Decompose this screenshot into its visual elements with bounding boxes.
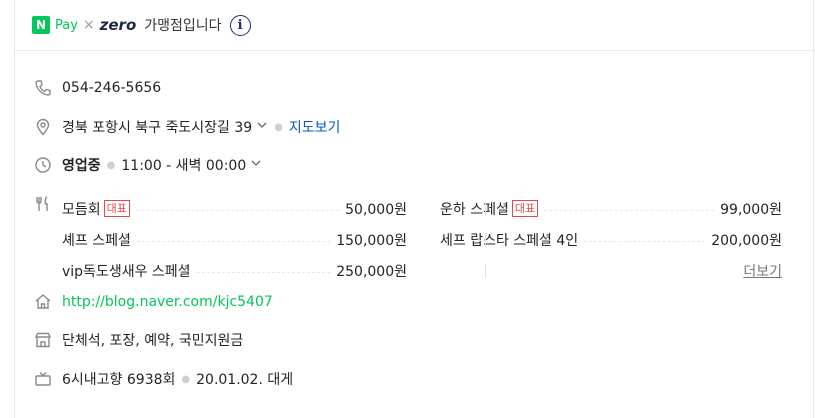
clock-icon: [32, 154, 54, 176]
homepage-link[interactable]: http://blog.naver.com/kjc5407: [62, 294, 273, 310]
business-hours[interactable]: 11:00 - 새벽 00:00: [121, 155, 246, 175]
menu-item[interactable]: 셰프 스페셜 150,000원: [62, 230, 407, 250]
menu-item[interactable]: vip독도생새우 스페셜 250,000원: [62, 261, 407, 281]
menu-divider: [485, 233, 486, 247]
dotted-leader: [136, 241, 331, 242]
hours-row: 영업중 ● 11:00 - 새벽 00:00: [32, 154, 262, 176]
menu-item-name: 셰프 스페셜: [62, 232, 131, 249]
menu-item-name: vip독도생새우 스페셜: [62, 263, 191, 280]
dotted-leader: [135, 210, 340, 211]
amenities-text: 단체석, 포장, 예약, 국민지원금: [62, 333, 244, 349]
amenities-row: 단체석, 포장, 예약, 국민지원금: [32, 329, 243, 351]
merchant-text: 가맹점입니다: [144, 18, 222, 34]
naver-n-logo: N: [32, 16, 50, 34]
signature-badge: 대표: [511, 200, 539, 217]
menu-row: 모듬회 대표 50,000원 운하 스페셜 대표 99,000원: [62, 193, 782, 224]
store-icon: [32, 329, 54, 351]
info-icon[interactable]: i: [229, 14, 251, 36]
menu-item[interactable]: 모듬회 대표 50,000원: [62, 199, 407, 219]
menu-row: 셰프 스페셜 150,000원 세프 랍스타 스페셜 4인 200,000원: [62, 224, 782, 255]
business-status: 영업중: [62, 158, 101, 174]
menu-list: 모듬회 대표 50,000원 운하 스페셜 대표 99,000원 셰프 스페셜 …: [62, 193, 782, 286]
menu-item-price: 150,000원: [336, 232, 407, 249]
signature-badge: 대표: [103, 200, 130, 217]
dotted-leader: [196, 272, 331, 273]
chevron-down-icon[interactable]: [250, 157, 262, 173]
tv-date: 20.01.02. 대게: [196, 372, 294, 388]
location-pin-icon: [32, 116, 54, 138]
tv-row: 6시내고향 6938회 ● 20.01.02. 대게: [32, 368, 293, 390]
menu-divider: [485, 202, 486, 216]
phone-number[interactable]: 054-246-5656: [62, 80, 161, 96]
menu-row: vip독도생새우 스페셜 250,000원 더보기: [62, 255, 782, 286]
chevron-down-icon[interactable]: [256, 119, 268, 135]
separator-dot: ●: [181, 373, 191, 385]
menu-item-name: 운하 스페셜: [440, 201, 509, 218]
menu-item-name: 세프 랍스타 스페셜 4인: [440, 232, 579, 249]
fork-knife-icon: [32, 193, 54, 215]
address-text: 경북 포항시 북구 죽도시장길 39: [62, 120, 253, 136]
menu-item[interactable]: 운하 스페셜 대표 99,000원: [440, 199, 782, 219]
menu-item-price: 250,000원: [336, 263, 407, 280]
menu-icon-row: [32, 193, 62, 215]
zero-logo: zero: [99, 16, 137, 34]
menu-more-cell: 더보기: [440, 261, 782, 281]
tv-icon: [32, 368, 54, 390]
homepage-row: http://blog.naver.com/kjc5407: [32, 291, 273, 313]
menu-item-price: 99,000원: [720, 201, 782, 218]
phone-icon: [32, 77, 54, 99]
phone-row: 054-246-5656: [32, 77, 161, 99]
menu-item[interactable]: 세프 랍스타 스페셜 4인 200,000원: [440, 230, 782, 250]
menu-divider: [485, 264, 486, 278]
home-icon: [32, 291, 54, 313]
menu-item-price: 200,000원: [711, 232, 782, 249]
times-symbol: ×: [82, 17, 95, 33]
separator-dot: ●: [106, 159, 116, 171]
dotted-leader: [584, 241, 706, 242]
menu-item-name: 모듬회: [62, 201, 101, 218]
pay-label: Pay: [55, 17, 78, 33]
dotted-leader: [544, 210, 715, 211]
tv-program: 6시내고향 6938회: [62, 372, 176, 388]
payment-header: N Pay × zero 가맹점입니다 i: [14, 0, 815, 51]
separator-dot: ●: [274, 121, 283, 133]
address-row: 경북 포항시 북구 죽도시장길 39 ● 지도보기: [32, 116, 340, 138]
map-link[interactable]: 지도보기: [289, 117, 341, 137]
more-menu-link[interactable]: 더보기: [743, 261, 782, 281]
menu-item-price: 50,000원: [345, 201, 407, 218]
